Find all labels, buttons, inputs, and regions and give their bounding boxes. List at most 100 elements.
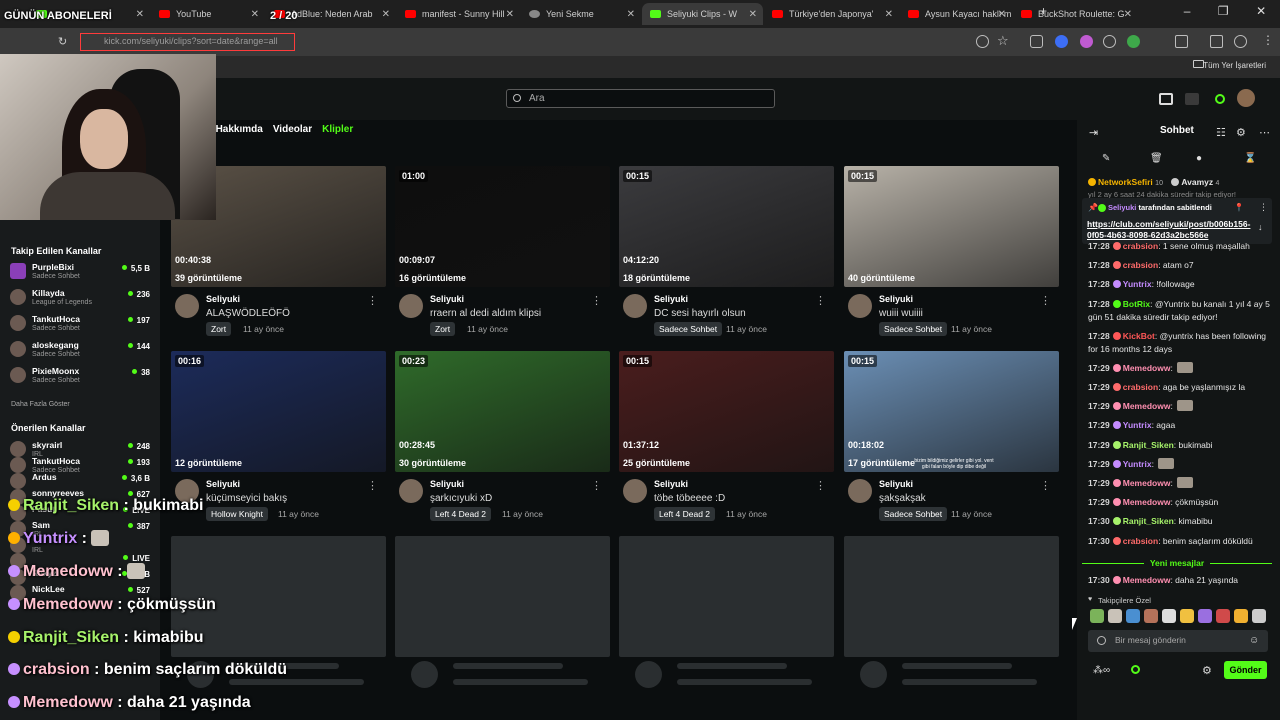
creator-avatar[interactable] <box>848 479 872 503</box>
clip-title[interactable]: şarkıcıyuki xD <box>430 493 492 504</box>
clip-creator[interactable]: Seliyuki <box>879 479 913 489</box>
unpin-icon[interactable]: 📍 <box>1234 203 1244 212</box>
message-user[interactable]: crabsion <box>1123 241 1158 251</box>
message-user[interactable]: crabsion <box>1123 536 1158 546</box>
user-avatar[interactable] <box>1237 89 1255 107</box>
sidebar-channel[interactable]: PixieMoonx Sadece Sohbet 38 <box>10 366 150 390</box>
creator-avatar[interactable] <box>623 294 647 318</box>
minimize-icon[interactable]: – <box>1184 4 1191 24</box>
clip-creator[interactable]: Seliyuki <box>430 479 464 489</box>
message-user[interactable]: Memedoww <box>1123 363 1171 373</box>
collapse-chat-icon[interactable]: ⇥ <box>1089 126 1098 139</box>
emote-icon[interactable] <box>1090 609 1104 623</box>
chat-more-icon[interactable]: ⋯ <box>1259 126 1270 139</box>
tab-clips[interactable]: Klipler <box>322 124 353 135</box>
emote-icon[interactable] <box>1162 609 1176 623</box>
creator-avatar[interactable] <box>399 479 423 503</box>
kicks-icon[interactable]: ⁂∞ <box>1093 665 1110 676</box>
message-user[interactable]: Memedoww <box>1123 478 1171 488</box>
all-bookmarks-link[interactable]: Tüm Yer İşaretleri <box>1203 61 1266 70</box>
pinned-menu-icon[interactable]: ⋮ <box>1259 202 1268 213</box>
emote-icon[interactable] <box>1234 609 1248 623</box>
sidebar-channel[interactable]: TankutHoca Sadece Sohbet 197 <box>10 314 150 338</box>
emote-icon[interactable] <box>1126 609 1140 623</box>
category-tag[interactable]: Sadece Sohbet <box>879 507 948 521</box>
extension-icon[interactable] <box>1127 35 1140 48</box>
clip-thumbnail[interactable]: 00:15 04:12:20 18 görüntüleme <box>619 166 834 287</box>
message-user[interactable]: Yuntrix <box>1123 279 1152 289</box>
clip-thumbnail[interactable]: 00:16 12 görüntüleme <box>171 351 386 472</box>
extension-icon[interactable] <box>1055 35 1068 48</box>
mod-tool-icon[interactable]: ✎ <box>1102 153 1110 164</box>
emote-icon[interactable] <box>1198 609 1212 623</box>
message-user[interactable]: Ranjit_Siken <box>1123 516 1174 526</box>
clip-menu-icon[interactable]: ⋮ <box>367 479 378 492</box>
chat-input[interactable]: Bir mesaj gönderin <box>1088 630 1268 652</box>
sidebar-channel[interactable]: Killayda League of Legends 236 <box>10 288 150 312</box>
creator-avatar[interactable] <box>399 294 423 318</box>
zoom-icon[interactable] <box>976 35 989 48</box>
clip-menu-icon[interactable]: ⋮ <box>815 294 826 307</box>
message-user[interactable]: KickBot <box>1123 331 1155 341</box>
close-tab-icon[interactable]: ✕ <box>885 9 893 20</box>
clip-menu-icon[interactable]: ⋮ <box>1040 479 1051 492</box>
message-user[interactable]: Ranjit_Siken <box>1123 440 1174 450</box>
send-button[interactable]: Gönder <box>1224 661 1267 679</box>
media-icon[interactable] <box>1210 35 1223 48</box>
close-tab-icon[interactable]: ✕ <box>251 9 259 20</box>
clip-title[interactable]: wuiii wuiiii <box>879 308 923 319</box>
kick-points-icon[interactable] <box>1131 665 1140 674</box>
profile-icon[interactable] <box>1234 35 1247 48</box>
clip-creator[interactable]: Seliyuki <box>430 294 464 304</box>
pinned-link[interactable]: https://club.com/seliyuki/post/b006b156-… <box>1087 219 1257 241</box>
category-tag[interactable]: Left 4 Dead 2 <box>654 507 716 521</box>
message-user[interactable]: Yuntrix <box>1123 420 1152 430</box>
clip-creator[interactable]: Seliyuki <box>206 294 240 304</box>
chat-bubble-icon[interactable]: ● <box>1196 153 1202 164</box>
clip-thumbnail[interactable]: 00:23 00:28:45 30 görüntüleme <box>395 351 610 472</box>
tab-videos[interactable]: Videolar <box>273 124 312 135</box>
category-tag[interactable]: Zort <box>206 322 232 336</box>
browser-tab[interactable]: Aysun Kayacı haklı m ✕ <box>900 3 1012 25</box>
message-user[interactable]: BotRix <box>1123 299 1150 309</box>
chat-users-icon[interactable]: ☷ <box>1216 126 1226 139</box>
reload-icon[interactable]: ↻ <box>58 35 67 48</box>
message-user[interactable]: Memedoww <box>1123 497 1171 507</box>
clip-thumbnail[interactable]: 00:15 40 görüntüleme <box>844 166 1059 287</box>
browser-tab[interactable]: Türkiye'den Japonya' ✕ <box>764 3 899 25</box>
clip-thumbnail[interactable]: 01:00 00:09:07 16 görüntüleme <box>395 166 610 287</box>
emote-icon[interactable] <box>1252 609 1266 623</box>
browser-tab[interactable]: Yeni Sekme ✕ <box>521 3 641 25</box>
close-tab-icon[interactable]: ✕ <box>749 9 757 20</box>
message-user[interactable]: crabsion <box>1123 382 1158 392</box>
category-tag[interactable]: Sadece Sohbet <box>654 322 723 336</box>
clip-title[interactable]: DC sesi hayırlı olsun <box>654 308 746 319</box>
clip-title[interactable]: rraern al dedi aldım klipsi <box>430 308 541 319</box>
puzzle-icon[interactable] <box>1175 35 1188 48</box>
category-tag[interactable]: Sadece Sohbet <box>879 322 948 336</box>
url-input[interactable]: kick.com/seliyuki/clips?sort=date&range=… <box>104 36 278 46</box>
expand-pinned-icon[interactable]: ↓ <box>1258 222 1263 232</box>
clip-menu-icon[interactable]: ⋮ <box>367 294 378 307</box>
browser-tab[interactable]: YouTube ✕ <box>151 3 265 25</box>
close-tab-icon[interactable]: ✕ <box>998 9 1006 20</box>
sidebar-channel[interactable]: PurpleBixi Sadece Sohbet 5,5 B <box>10 262 150 286</box>
search-input[interactable]: Ara <box>506 89 775 108</box>
extension-icon[interactable] <box>1080 35 1093 48</box>
close-tab-icon[interactable]: ✕ <box>506 9 514 20</box>
creator-avatar[interactable] <box>175 294 199 318</box>
message-user[interactable]: crabsion <box>1123 260 1158 270</box>
browser-tab[interactable]: manifest - Sunny Hill ✕ <box>397 3 520 25</box>
message-user[interactable]: Memedoww <box>1123 575 1171 585</box>
close-tab-icon[interactable]: ✕ <box>1124 9 1132 20</box>
clip-title[interactable]: töbe töbeeee :D <box>654 493 725 504</box>
category-tag[interactable]: Hollow Knight <box>206 507 268 521</box>
close-window-icon[interactable]: ✕ <box>1256 4 1266 24</box>
clip-menu-icon[interactable]: ⋮ <box>1040 294 1051 307</box>
extension-icon[interactable] <box>1030 35 1043 48</box>
emoji-icon[interactable]: ☺ <box>1249 635 1259 646</box>
browse-icon[interactable] <box>1159 93 1173 105</box>
message-user[interactable]: Yuntrix <box>1123 459 1152 469</box>
chat-settings-icon[interactable]: ⚙ <box>1236 126 1246 139</box>
dashboard-icon[interactable] <box>1185 93 1199 105</box>
